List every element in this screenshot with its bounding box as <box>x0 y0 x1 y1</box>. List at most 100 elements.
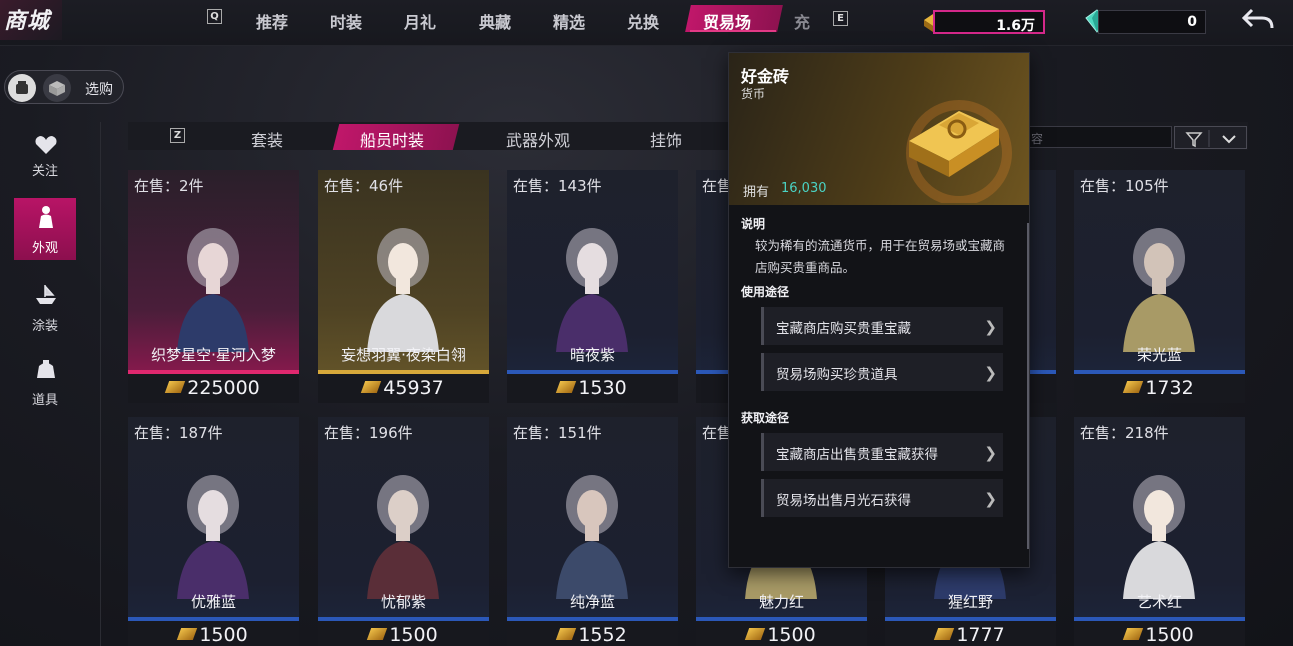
gold-brick-icon <box>934 628 955 640</box>
stock-count: 在售：105件 <box>1080 177 1169 195</box>
tab-monthly-gift[interactable]: 月礼 <box>404 9 436 33</box>
bag-icon <box>37 360 55 378</box>
item-detail-popup: 好金砖 货币 拥有 16,030 说明 较为稀有的流通货币，用于在贸易场或宝藏商… <box>728 52 1030 568</box>
page-title: 商城 <box>4 9 51 34</box>
gold-brick-icon <box>1123 381 1144 393</box>
price-value: 1500 <box>389 624 438 646</box>
description-text: 较为稀有的流通货币，用于在贸易场或宝藏商店购买贵重商品。 <box>755 238 1006 275</box>
price-row: 1777 <box>885 624 1056 646</box>
character-portrait <box>177 228 249 352</box>
ship-icon <box>36 285 56 304</box>
popup-header: 好金砖 货币 拥有 16,030 <box>729 53 1029 205</box>
item-name: 荣光蓝 <box>1136 346 1182 364</box>
tab-exchange[interactable]: 兑换 <box>627 9 659 33</box>
stock-count: 在售：218件 <box>1080 424 1169 442</box>
character-portrait <box>556 475 628 599</box>
source-route-2[interactable]: 贸易场出售月光石获得 ❯ <box>761 479 1003 517</box>
item-name: 优雅蓝 <box>190 593 236 611</box>
gem-balance[interactable]: 0 <box>1098 10 1206 34</box>
item-card[interactable]: 在售：151件纯净蓝 1552 <box>507 417 678 646</box>
mode-toggle[interactable]: 选购 <box>4 70 124 104</box>
sidebar-item-label: 道具 <box>31 393 58 408</box>
gem-amount: 0 <box>1187 14 1197 30</box>
price-row: 1732 <box>1074 377 1245 399</box>
item-card[interactable]: 在售：46件 妄想羽翼·夜染白翎 45937 <box>318 170 489 403</box>
subtab-weapon-skin[interactable]: 武器外观 <box>506 127 570 151</box>
stock-count: 在售：46件 <box>324 177 404 195</box>
tab-recommend[interactable]: 推荐 <box>256 9 288 33</box>
tab-recharge[interactable]: 充 <box>794 9 810 33</box>
character-icon <box>39 206 53 228</box>
gold-balance[interactable]: 1.6万 <box>933 10 1045 34</box>
price-value: 1500 <box>1145 624 1194 646</box>
popup-scrollbar[interactable] <box>1027 223 1029 549</box>
owned-label: 拥有 <box>743 185 770 200</box>
character-portrait <box>1123 228 1195 352</box>
sidebar-item-appearance[interactable]: 外观 <box>14 198 76 260</box>
usage-route-1[interactable]: 宝藏商店购买贵重宝藏 ❯ <box>761 307 1003 345</box>
description-heading: 说明 <box>741 217 766 231</box>
item-card[interactable]: 在售：2件织梦星空·星河入梦 225000 <box>128 170 299 403</box>
route-label: 宝藏商店出售贵重宝藏获得 <box>776 447 938 463</box>
chevron-right-icon: ❯ <box>984 490 997 508</box>
item-card[interactable]: 在售：218件艺术红 1500 <box>1074 417 1245 646</box>
back-arrow-icon[interactable] <box>1240 4 1276 34</box>
gold-brick-icon <box>556 381 577 393</box>
filter-icon <box>1185 130 1236 148</box>
popup-subtitle: 货币 <box>741 87 766 101</box>
usage-route-2[interactable]: 贸易场购买珍贵道具 ❯ <box>761 353 1003 391</box>
stock-count: 在售：2件 <box>134 177 204 195</box>
price-value: 1732 <box>1145 377 1194 399</box>
subtab-crew-fashion[interactable]: 船员时装 <box>360 127 424 151</box>
price-value: 45937 <box>383 377 444 399</box>
item-name: 纯净蓝 <box>569 593 615 611</box>
owned-value: 16,030 <box>781 181 827 196</box>
sidebar-item-paint[interactable]: 涂装 <box>14 276 76 338</box>
character-portrait <box>556 228 628 352</box>
tab-featured[interactable]: 精选 <box>553 9 585 33</box>
item-name: 织梦星空·星河入梦 <box>151 346 276 364</box>
key-hint-q: Q <box>207 9 222 24</box>
route-label: 宝藏商店购买贵重宝藏 <box>776 321 911 337</box>
gold-brick-large-icon <box>909 111 999 177</box>
source-route-1[interactable]: 宝藏商店出售贵重宝藏获得 ❯ <box>761 433 1003 471</box>
price-row: 1500 <box>1074 624 1245 646</box>
sidebar-item-follow[interactable]: 关注 <box>14 126 76 188</box>
item-name: 艺术红 <box>1136 593 1182 611</box>
price-value: 1530 <box>578 377 627 399</box>
top-bar: 商城 Q 推荐 时装 月礼 典藏 精选 兑换 贸易场 充 E 1.6万 0 <box>0 0 1293 46</box>
box-mode-icon[interactable] <box>43 74 71 102</box>
sidebar-item-label: 关注 <box>31 164 58 179</box>
tab-collection[interactable]: 典藏 <box>479 9 511 33</box>
heart-icon <box>35 136 57 154</box>
price-row: 1552 <box>507 624 678 646</box>
filter-button[interactable] <box>1174 126 1247 149</box>
item-card[interactable]: 在售：196件 忧郁紫 1500 <box>318 417 489 646</box>
view-mode-icon[interactable] <box>8 74 36 102</box>
item-card[interactable]: 在售：143件 暗夜紫 1530 <box>507 170 678 403</box>
tab-fashion[interactable]: 时装 <box>330 9 362 33</box>
stock-count: 在售：143件 <box>513 177 602 195</box>
sidebar-item-label: 涂装 <box>31 319 58 334</box>
gold-brick-icon <box>367 628 388 640</box>
tab-trade-market[interactable]: 贸易场 <box>703 9 751 33</box>
item-name: 魅力红 <box>758 593 804 611</box>
subtab-pendant[interactable]: 挂饰 <box>650 127 682 151</box>
gold-brick-icon <box>556 628 577 640</box>
gold-brick-icon <box>1123 628 1144 640</box>
item-name: 猩红野 <box>947 593 993 611</box>
item-card[interactable]: 在售：105件荣光蓝 1732 <box>1074 170 1245 403</box>
gold-brick-icon <box>745 628 766 640</box>
item-card[interactable]: 在售：187件 优雅蓝 1500 <box>128 417 299 646</box>
price-row: 1500 <box>128 624 299 646</box>
price-row: 1500 <box>696 624 867 646</box>
price-row: 1530 <box>507 377 678 399</box>
chevron-right-icon: ❯ <box>984 444 997 462</box>
character-portrait <box>177 475 249 599</box>
price-row: 225000 <box>128 377 299 399</box>
price-value: 1777 <box>956 624 1005 646</box>
stock-count: 在售：151件 <box>513 424 602 442</box>
sidebar-item-items[interactable]: 道具 <box>14 350 76 412</box>
price-row: 45937 <box>318 377 489 399</box>
subtab-set[interactable]: 套装 <box>251 127 283 151</box>
